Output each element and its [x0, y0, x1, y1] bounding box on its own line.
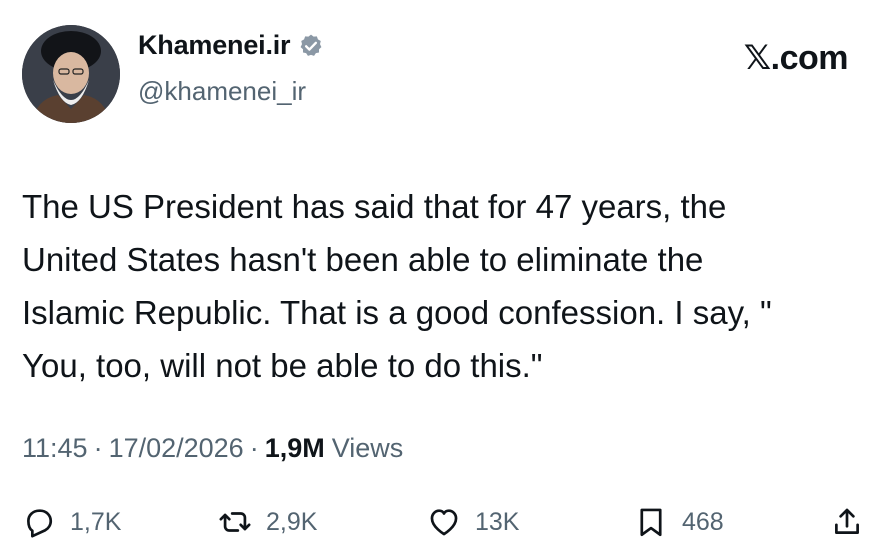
views-label: Views [331, 433, 404, 463]
views-count: 1,9M [264, 433, 325, 463]
tweet-line: The US President has said that for 47 ye… [22, 188, 727, 225]
author-handle[interactable]: @khamenei_ir [138, 76, 306, 107]
retweet-count: 2,9K [266, 507, 318, 536]
like-count: 13K [475, 507, 520, 536]
bookmark-count: 468 [682, 507, 724, 536]
bookmark-icon [640, 508, 662, 537]
like-button[interactable]: 13K [427, 500, 519, 544]
reply-button[interactable]: 1,7K [22, 500, 121, 544]
share-icon [835, 508, 859, 534]
meta-separator: · [93, 433, 103, 463]
bookmark-button[interactable]: 468 [634, 500, 724, 544]
tweet-line: Islamic Republic. That is a good confess… [22, 294, 772, 331]
heart-icon [430, 509, 458, 536]
tweet-line: United States hasn't been able to elimin… [22, 241, 704, 278]
avatar[interactable] [22, 25, 120, 123]
retweet-icon [219, 512, 251, 532]
brand-logo: 𝕏.com [743, 39, 849, 77]
retweet-button[interactable]: 2,9K [218, 500, 317, 544]
tweet-line: You, too, will not be able to do this." [22, 347, 543, 384]
meta-separator: · [249, 433, 259, 463]
author-name-row: Khamenei.ir [138, 30, 324, 61]
verified-badge-icon [298, 33, 324, 59]
tweet-text: The US President has said that for 47 ye… [22, 180, 872, 392]
tweet-actions: 1,7K 2,9K 13K 468 [22, 500, 868, 544]
tweet-meta: 11:45 · 17/02/2026 · 1,9M Views [22, 433, 403, 464]
author-display-name[interactable]: Khamenei.ir [138, 30, 291, 61]
reply-count: 1,7K [70, 507, 122, 536]
share-button[interactable] [830, 500, 864, 544]
avatar-image [22, 25, 120, 123]
tweet-date[interactable]: 17/02/2026 [109, 433, 244, 464]
tweet-time[interactable]: 11:45 [22, 433, 88, 464]
reply-icon [27, 509, 53, 538]
